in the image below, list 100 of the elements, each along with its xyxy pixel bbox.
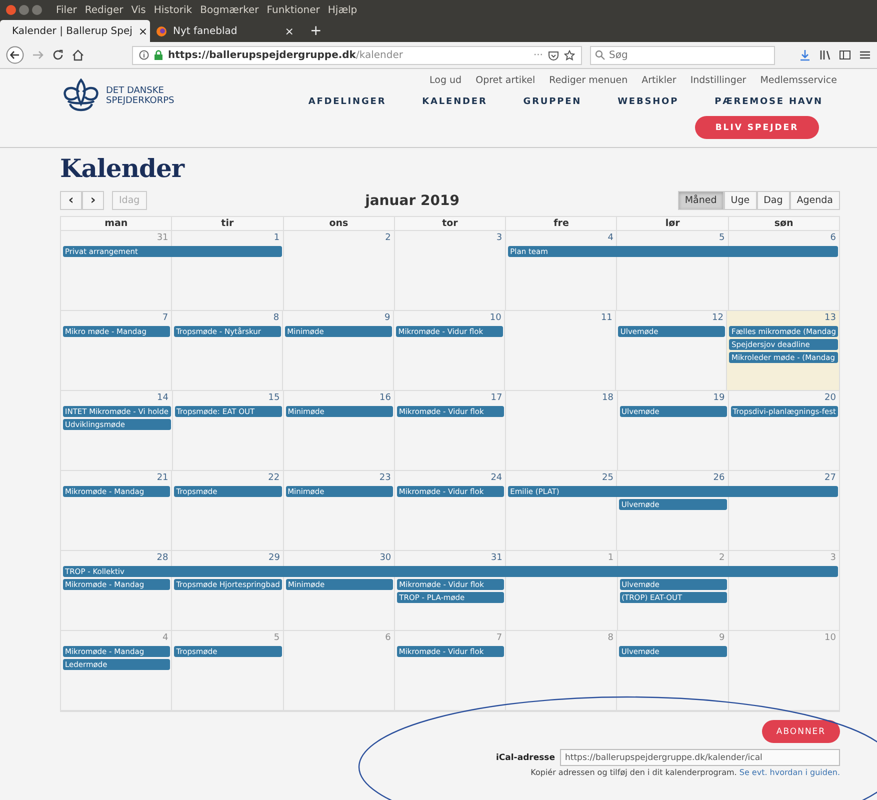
logo-text: SPEJDERKORPS <box>106 96 174 106</box>
day-number: 6 <box>385 633 391 643</box>
nav-link[interactable]: PÆREMOSE HAVN <box>714 97 823 107</box>
tab-close-button[interactable]: × <box>284 24 294 38</box>
minimize-window-icon[interactable] <box>19 5 29 15</box>
day-number: 13 <box>824 313 836 323</box>
day-number: 3 <box>830 553 836 563</box>
weekday-header: tor <box>394 217 506 231</box>
menu-item[interactable]: Bogmærker <box>200 4 259 16</box>
guide-link[interactable]: Se evt. hvordan i guiden. <box>739 768 840 777</box>
address-bar[interactable]: https://ballerupspejdergruppe.dk/kalender ··· <box>132 46 582 64</box>
top-link[interactable]: Log ud <box>430 75 462 86</box>
pocket-icon[interactable] <box>548 50 559 60</box>
day-number: 24 <box>490 473 502 483</box>
day-number: 31 <box>156 233 168 243</box>
close-window-icon[interactable] <box>6 5 16 15</box>
day-number: 29 <box>268 553 280 563</box>
day-number: 20 <box>824 393 836 403</box>
weekday-header: lør <box>617 217 729 231</box>
menu-item[interactable]: Rediger <box>84 4 124 16</box>
day-number: 7 <box>496 633 502 643</box>
day-number: 1 <box>608 553 614 563</box>
day-number: 26 <box>713 473 725 483</box>
new-tab-button[interactable]: + <box>300 20 332 42</box>
star-icon[interactable] <box>564 50 575 60</box>
menu-item[interactable]: Historik <box>154 4 192 16</box>
signup-button[interactable]: BLIV SPEJDER <box>695 116 819 139</box>
view-tab[interactable]: Uge <box>724 191 757 210</box>
menu-item[interactable]: Filer <box>56 4 77 16</box>
day-number: 19 <box>713 393 725 403</box>
library-icon[interactable] <box>819 49 831 61</box>
reload-icon[interactable] <box>52 49 64 61</box>
maximize-window-icon[interactable] <box>32 5 42 15</box>
page-actions-button[interactable]: ··· <box>533 50 543 60</box>
tab-title: Nyt faneblad <box>173 26 238 36</box>
day-number: 10 <box>824 633 836 643</box>
day-number: 17 <box>490 393 502 403</box>
weekday-header: tir <box>172 217 284 231</box>
browser-logo-icon <box>156 26 167 36</box>
top-link[interactable]: Opret artikel <box>476 75 536 86</box>
day-number: 5 <box>718 233 725 243</box>
weekday-header: søn <box>728 217 840 231</box>
day-number: 4 <box>162 633 168 643</box>
menu-icon[interactable] <box>859 49 871 61</box>
previous-button[interactable]: ‹ <box>60 191 82 210</box>
day-number: 21 <box>156 473 168 483</box>
menu-item[interactable]: Hjælp <box>328 4 358 16</box>
day-number: 27 <box>824 473 836 483</box>
day-number: 4 <box>608 233 614 243</box>
info-icon <box>139 50 149 60</box>
download-icon[interactable] <box>799 49 811 61</box>
day-number: 22 <box>268 473 280 483</box>
day-number: 9 <box>384 313 390 323</box>
lock-icon <box>154 50 163 60</box>
day-number: 23 <box>379 473 391 483</box>
day-number: 11 <box>600 313 612 323</box>
subscribe-button[interactable]: ABONNER <box>762 720 840 743</box>
top-link[interactable]: Medlemsservice <box>760 75 837 86</box>
ical-label: iCal-adresse <box>496 752 555 762</box>
ical-hint: Kopiér adressen og tilføj den i dit kalenderprogram. Se evt. hvordan i guiden. <box>530 768 840 777</box>
weekday-header: fre <box>506 217 618 231</box>
back-icon[interactable] <box>6 46 24 64</box>
day-number: 18 <box>602 393 614 403</box>
day-number: 28 <box>156 553 168 563</box>
top-link[interactable]: Indstillinger <box>690 75 746 86</box>
day-number: 12 <box>712 313 724 323</box>
day-number: 8 <box>608 633 614 643</box>
search-field[interactable]: Søg <box>590 46 775 64</box>
weekday-header: ons <box>284 217 395 231</box>
home-icon[interactable] <box>72 49 84 61</box>
top-link[interactable]: Rediger menuen <box>549 75 628 86</box>
page-title: Kalender <box>60 154 186 183</box>
next-button[interactable]: › <box>82 191 104 210</box>
day-number: 25 <box>602 473 614 483</box>
nav-link[interactable]: WEBSHOP <box>618 97 679 107</box>
ical-address-field[interactable]: https://ballerupspejdergruppe.dk/kalender/ical <box>560 749 840 766</box>
day-number: 3 <box>496 233 502 243</box>
browser-tab[interactable]: Nyt faneblad × <box>150 20 300 42</box>
nav-link[interactable]: KALENDER <box>422 97 488 107</box>
month-title: januar 2019 <box>364 192 460 208</box>
day-number: 16 <box>380 393 391 403</box>
day-number: 7 <box>162 313 168 323</box>
tab-close-button[interactable]: × <box>138 24 148 38</box>
nav-link[interactable]: GRUPPEN <box>523 97 582 107</box>
menu-item[interactable]: Vis <box>131 4 146 16</box>
menu-item[interactable]: Funktioner <box>266 4 320 16</box>
view-tab[interactable]: Måned <box>678 191 724 210</box>
day-number: 15 <box>268 393 280 403</box>
view-tab[interactable]: Agenda <box>790 191 840 210</box>
nav-link[interactable]: AFDELINGER <box>308 97 386 107</box>
day-number: 14 <box>157 393 168 403</box>
tab-title: Kalender | Ballerup Spej <box>12 26 132 36</box>
view-tab[interactable]: Dag <box>756 191 790 210</box>
day-number: 9 <box>718 633 725 643</box>
browser-tab[interactable]: Kalender | Ballerup Spej × <box>0 20 150 42</box>
day-number: 31 <box>490 553 502 563</box>
sidebar-icon[interactable] <box>839 49 851 61</box>
day-number: 10 <box>490 313 502 323</box>
top-link[interactable]: Artikler <box>642 75 676 86</box>
day-number: 30 <box>380 553 392 563</box>
